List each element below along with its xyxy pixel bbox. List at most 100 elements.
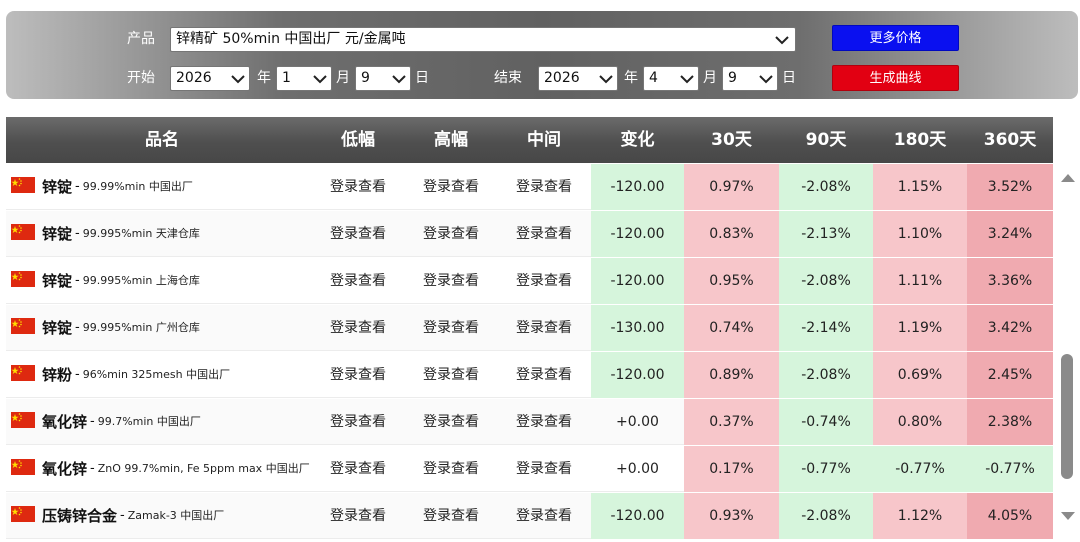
scroll-down-arrow-icon[interactable] <box>1061 511 1075 521</box>
login-to-view-link[interactable]: 登录查看 <box>497 446 591 492</box>
pct-d90-cell: -2.08% <box>779 493 873 539</box>
pct-d30-cell: 0.74% <box>684 305 779 351</box>
separator-dash: - <box>75 226 80 241</box>
pct-d30-cell: 0.17% <box>684 446 779 492</box>
pct-d180-cell: 1.10% <box>873 211 967 257</box>
product-name[interactable]: 氧化锌 <box>42 460 87 478</box>
product-name-cell[interactable]: 氧化锌 - ZnO 99.7%min, Fe 5ppm max 中国出厂 <box>6 446 318 492</box>
table-row[interactable]: 锌粉 -96%min 325mesh 中国出厂 登录查看 登录查看 登录查看 -120.0… <box>6 352 1053 398</box>
china-flag-icon <box>11 177 35 193</box>
table-row[interactable]: 锌锭 -99.995%min 天津仓库 登录查看 登录查看 登录查看 -120.00 0.8… <box>6 211 1053 257</box>
start-day-select[interactable]: 9 <box>355 66 411 91</box>
pct-d30-cell: 0.83% <box>684 211 779 257</box>
login-to-view-link[interactable]: 登录查看 <box>404 305 498 351</box>
login-to-view-link[interactable]: 登录查看 <box>404 399 498 445</box>
login-to-view-link[interactable]: 登录查看 <box>311 211 405 257</box>
product-select-value: 锌精矿 50%min 中国出厂 元/金属吨 <box>176 31 406 47</box>
product-spec: ZnO 99.7%min, Fe 5ppm max 中国出厂 <box>97 462 310 475</box>
product-name-cell[interactable]: 压铸锌合金 - Zamak-3 中国出厂 <box>6 493 318 539</box>
product-name[interactable]: 锌粉 <box>42 366 72 384</box>
product-spec: 99.995%min 上海仓库 <box>82 274 200 287</box>
start-month-value: 1 <box>282 70 291 86</box>
product-spec: 99.99%min 中国出厂 <box>82 180 193 193</box>
change-cell: -120.00 <box>591 352 684 398</box>
product-spec: 99.995%min 天津仓库 <box>82 227 200 240</box>
login-to-view-link[interactable]: 登录查看 <box>497 305 591 351</box>
scrollbar-thumb[interactable] <box>1061 354 1073 479</box>
login-to-view-link[interactable]: 登录查看 <box>404 211 498 257</box>
login-to-view-link[interactable]: 登录查看 <box>311 399 405 445</box>
generate-curve-button[interactable]: 生成曲线 <box>832 65 959 91</box>
change-cell: -120.00 <box>591 493 684 539</box>
pct-d360-cell: 3.42% <box>967 305 1053 351</box>
product-name-cell[interactable]: 氧化锌 -99.7%min 中国出厂 <box>6 399 318 445</box>
login-to-view-link[interactable]: 登录查看 <box>497 258 591 304</box>
table-row[interactable]: 锌锭 -99.995%min 上海仓库 登录查看 登录查看 登录查看 -120.00 0.9… <box>6 258 1053 304</box>
login-to-view-link[interactable]: 登录查看 <box>311 493 405 539</box>
login-to-view-link[interactable]: 登录查看 <box>311 164 405 210</box>
start-day-value: 9 <box>361 70 370 86</box>
product-name-cell[interactable]: 锌锭 -99.99%min 中国出厂 <box>6 164 318 210</box>
login-to-view-link[interactable]: 登录查看 <box>404 446 498 492</box>
product-name-cell[interactable]: 锌锭 -99.995%min 广州仓库 <box>6 305 318 351</box>
login-to-view-link[interactable]: 登录查看 <box>404 493 498 539</box>
header-high: 高幅 <box>434 130 468 150</box>
table-row[interactable]: 锌锭 -99.995%min 广州仓库 登录查看 登录查看 登录查看 -130.00 0.7… <box>6 305 1053 351</box>
product-name-cell[interactable]: 锌锭 -99.995%min 天津仓库 <box>6 211 318 257</box>
product-name[interactable]: 锌锭 <box>42 178 72 196</box>
product-name[interactable]: 锌锭 <box>42 225 72 243</box>
start-month-select[interactable]: 1 <box>276 66 332 91</box>
table-row[interactable]: 锌锭 -99.99%min 中国出厂 登录查看 登录查看 登录查看 -120.00 0.97… <box>6 164 1053 210</box>
product-label: 产品 <box>127 31 155 47</box>
login-to-view-link[interactable]: 登录查看 <box>497 352 591 398</box>
chevron-down-icon <box>759 75 773 84</box>
product-select[interactable]: 锌精矿 50%min 中国出厂 元/金属吨 <box>170 27 796 52</box>
product-name[interactable]: 氧化锌 <box>42 413 87 431</box>
login-to-view-link[interactable]: 登录查看 <box>497 211 591 257</box>
separator-dash: - <box>75 367 80 382</box>
header-180d: 180天 <box>893 130 947 150</box>
product-spec: Zamak-3 中国出厂 <box>127 509 225 522</box>
login-to-view-link[interactable]: 登录查看 <box>311 305 405 351</box>
product-name-cell[interactable]: 锌锭 -99.995%min 上海仓库 <box>6 258 318 304</box>
start-year-select[interactable]: 2026 <box>170 66 250 91</box>
pct-d90-cell: -0.77% <box>779 446 873 492</box>
login-to-view-link[interactable]: 登录查看 <box>404 352 498 398</box>
login-to-view-link[interactable]: 登录查看 <box>311 352 405 398</box>
end-label: 结束 <box>494 70 522 86</box>
login-to-view-link[interactable]: 登录查看 <box>497 164 591 210</box>
change-cell: -120.00 <box>591 164 684 210</box>
scrollbar[interactable] <box>1056 164 1080 542</box>
end-day-select[interactable]: 9 <box>722 66 778 91</box>
login-to-view-link[interactable]: 登录查看 <box>311 446 405 492</box>
header-name: 品名 <box>145 130 179 150</box>
china-flag-icon <box>11 318 35 334</box>
more-prices-button[interactable]: 更多价格 <box>832 25 959 51</box>
login-to-view-link[interactable]: 登录查看 <box>497 493 591 539</box>
scroll-up-arrow-icon[interactable] <box>1061 173 1075 183</box>
table-row[interactable]: 氧化锌 -99.7%min 中国出厂 登录查看 登录查看 登录查看 +0.00 0.37% -… <box>6 399 1053 445</box>
end-day-value: 9 <box>728 70 737 86</box>
china-flag-icon <box>11 224 35 240</box>
login-to-view-link[interactable]: 登录查看 <box>311 258 405 304</box>
separator-dash: - <box>75 179 80 194</box>
product-name[interactable]: 压铸锌合金 <box>42 507 117 525</box>
login-to-view-link[interactable]: 登录查看 <box>404 164 498 210</box>
end-month-select[interactable]: 4 <box>643 66 699 91</box>
login-to-view-link[interactable]: 登录查看 <box>497 399 591 445</box>
change-cell: -130.00 <box>591 305 684 351</box>
end-year-select[interactable]: 2026 <box>538 66 618 91</box>
end-year-unit: 年 <box>624 70 638 86</box>
end-month-value: 4 <box>649 70 658 86</box>
login-to-view-link[interactable]: 登录查看 <box>404 258 498 304</box>
pct-d90-cell: -0.74% <box>779 399 873 445</box>
change-cell: +0.00 <box>616 461 659 477</box>
product-name[interactable]: 锌锭 <box>42 272 72 290</box>
separator-dash: - <box>75 320 80 335</box>
table-row[interactable]: 氧化锌 - ZnO 99.7%min, Fe 5ppm max 中国出厂 登录查看 登录… <box>6 446 1053 492</box>
table-row[interactable]: 压铸锌合金 - Zamak-3 中国出厂 登录查看 登录查看 登录查看 -120.00 0.9… <box>6 493 1053 539</box>
product-name[interactable]: 锌锭 <box>42 319 72 337</box>
start-month-unit: 月 <box>336 70 350 86</box>
product-name-cell[interactable]: 锌粉 -96%min 325mesh 中国出厂 <box>6 352 318 398</box>
pct-d30-cell: 0.93% <box>684 493 779 539</box>
